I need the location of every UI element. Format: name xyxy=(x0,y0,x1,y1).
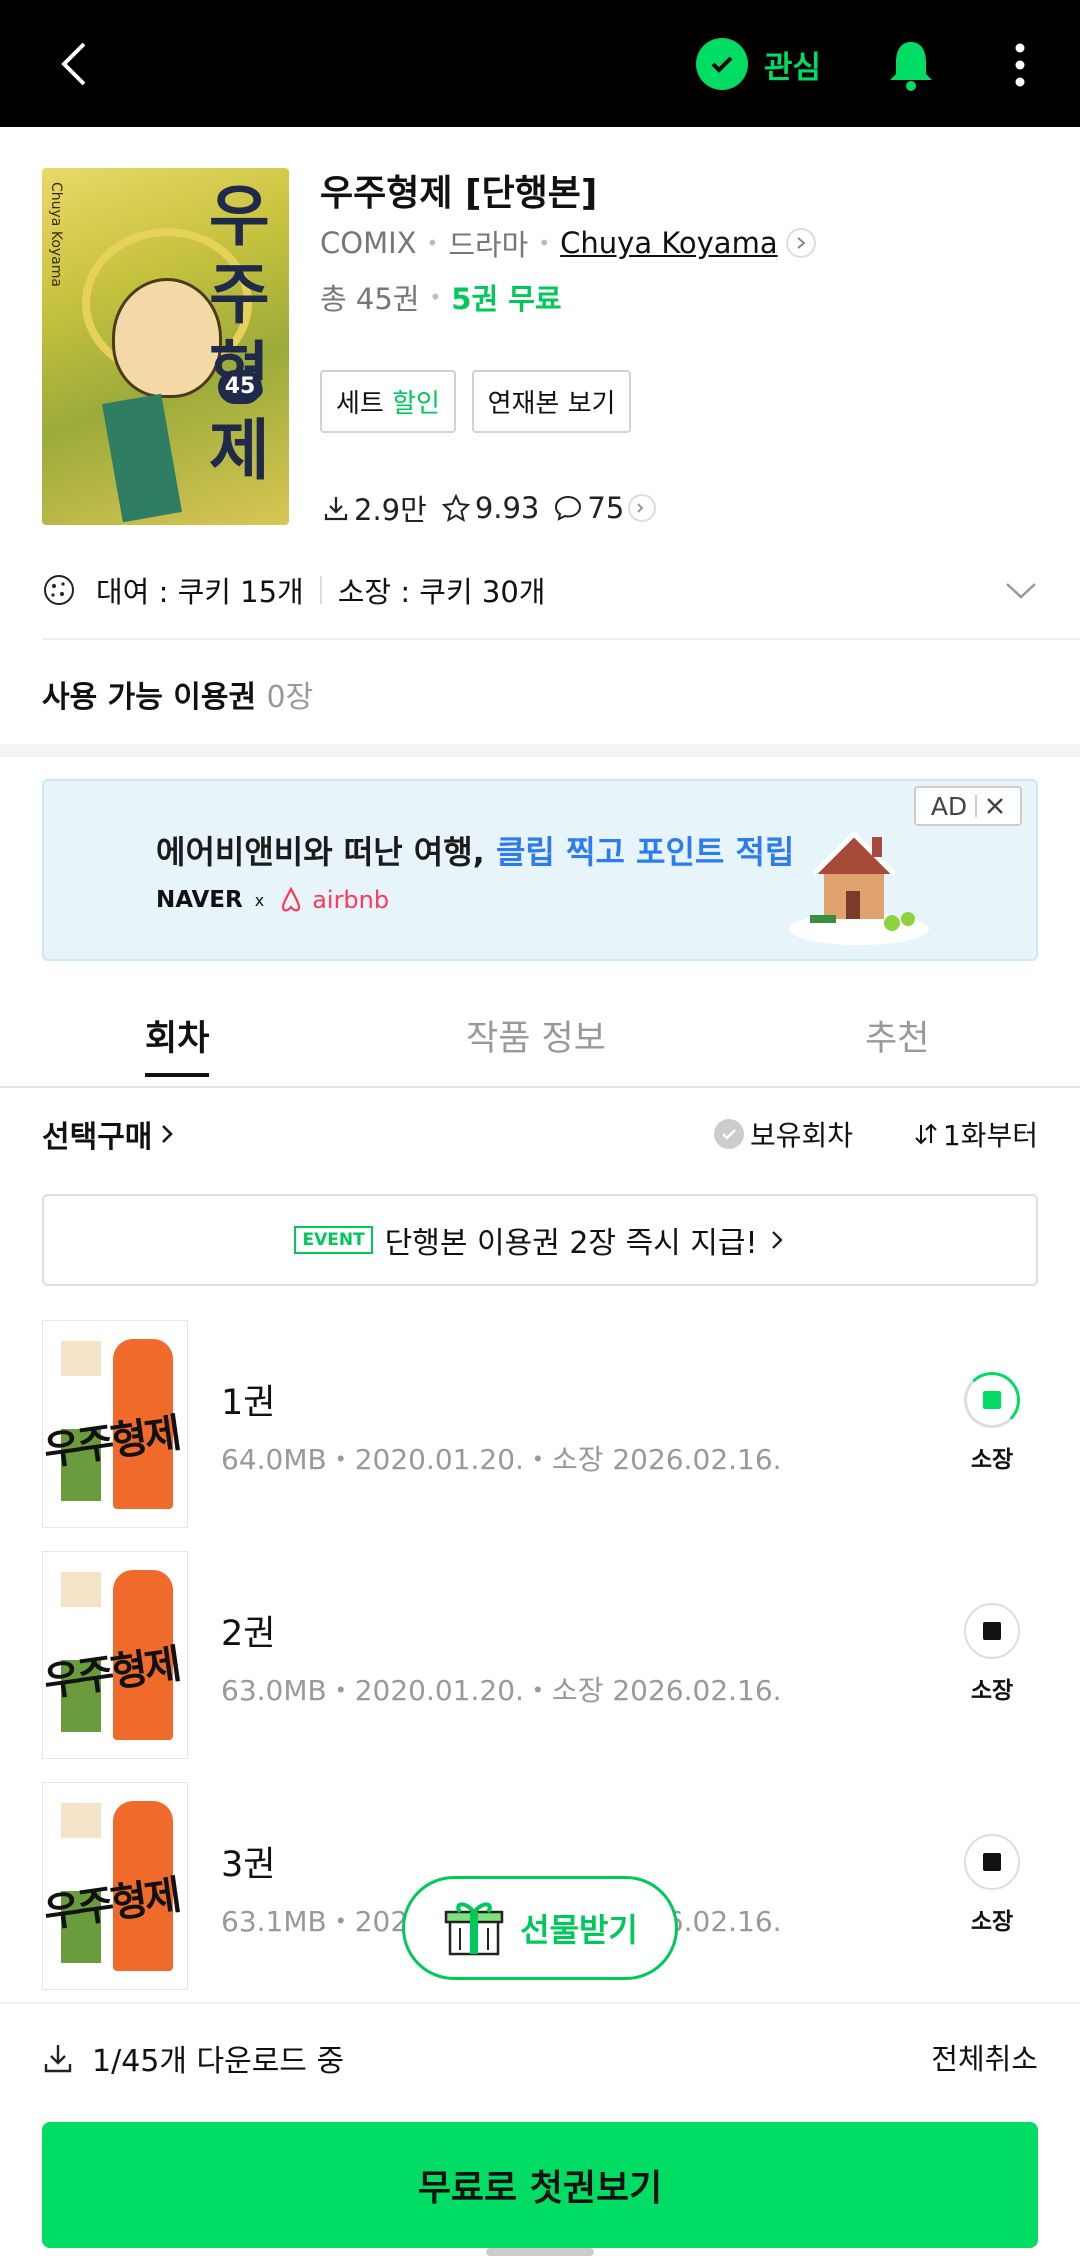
close-icon xyxy=(987,798,1004,814)
download-status[interactable]: 소장 xyxy=(964,1603,1020,1705)
episode-title: 2권 xyxy=(221,1614,276,1654)
downloads-stat: 2.9만 xyxy=(322,487,427,529)
event-banner[interactable]: EVENT 단행본 이용권 2장 즉시 지급! xyxy=(42,1194,1038,1286)
favorite-label: 관심 xyxy=(764,49,822,86)
download-progress-icon xyxy=(964,1372,1020,1428)
cover-title-text: 우주형제 xyxy=(209,178,270,489)
author-link[interactable]: Chuya Koyama xyxy=(560,226,777,260)
chevron-right-icon xyxy=(771,1231,783,1249)
stats-row: 2.9만 9.93 75 xyxy=(322,487,670,529)
ad-banner[interactable]: 에어비앤비와 떠난 여행, 클립 찍고 포인트 적립 NAVER x airbn… xyxy=(42,779,1038,961)
episode-thumbnail: 우주형제 xyxy=(42,1782,188,1990)
tab-episodes[interactable]: 회차 xyxy=(145,1010,210,1077)
sort-icon xyxy=(915,1123,937,1145)
chevron-right-icon xyxy=(162,1125,174,1143)
download-icon xyxy=(44,2045,72,2073)
stop-icon xyxy=(964,1603,1020,1659)
gift-button[interactable]: 선물받기 xyxy=(402,1876,678,1980)
free-volumes: 5권 무료 xyxy=(451,282,562,316)
divider xyxy=(42,638,1080,640)
ad-brand: NAVER x airbnb xyxy=(156,886,390,914)
section-gap xyxy=(0,744,1080,757)
work-title: 우주형제 [단행본] xyxy=(320,173,598,214)
own-label: 소장 xyxy=(970,1447,1014,1473)
episode-info: 63.0MB・2020.01.20.・소장 2026.02.16. xyxy=(221,1674,782,1707)
read-first-free-button[interactable]: 무료로 첫권보기 xyxy=(42,2122,1038,2248)
cancel-all-button[interactable]: 전체취소 xyxy=(931,2036,1038,2078)
tab-recommend[interactable]: 추천 xyxy=(865,1010,929,1061)
comments-stat[interactable]: 75 xyxy=(553,491,657,525)
cookie-icon xyxy=(44,575,74,605)
total-volumes: 총 45권 xyxy=(320,282,420,316)
house-illustration xyxy=(784,819,934,949)
download-icon xyxy=(324,497,348,521)
check-icon xyxy=(696,38,748,90)
episode-title: 3권 xyxy=(221,1845,276,1885)
episode-info: 64.0MB・2020.01.20.・소장 2026.02.16. xyxy=(221,1443,782,1476)
comment-icon xyxy=(555,495,582,521)
serial-view-button[interactable]: 연재본 보기 xyxy=(472,370,631,433)
check-icon xyxy=(714,1119,744,1149)
ad-headline: 에어비앤비와 떠난 여행, 클립 찍고 포인트 적립 xyxy=(156,833,795,871)
owned-filter-toggle[interactable]: 보유회차 xyxy=(714,1114,853,1154)
list-item[interactable]: 우주형제 2권 63.0MB・2020.01.20.・소장 2026.02.16… xyxy=(42,1551,1038,1759)
episode-title: 1권 xyxy=(221,1383,276,1423)
set-discount-button[interactable]: 세트 할인 xyxy=(320,370,456,433)
rating-stat: 9.93 xyxy=(441,491,539,525)
favorite-button[interactable]: 관심 xyxy=(696,36,821,92)
sort-button[interactable]: 1화부터 xyxy=(913,1114,1038,1154)
download-status[interactable]: 소장 xyxy=(964,1372,1020,1474)
home-indicator xyxy=(486,2248,594,2256)
download-status[interactable]: 소장 xyxy=(964,1834,1020,1936)
list-controls: 선택구매 보유회차 1화부터 xyxy=(42,1112,1038,1162)
own-price: 소장 : 쿠키 30개 xyxy=(337,575,546,609)
episode-thumbnail: 우주형제 xyxy=(42,1320,188,1528)
genre: 드라마 xyxy=(448,228,529,262)
ad-close-badge[interactable]: AD xyxy=(914,786,1022,826)
rent-price: 대여 : 쿠키 15개 xyxy=(96,575,304,609)
event-tag: EVENT xyxy=(294,1226,373,1254)
cover-author-text: Chuya Koyama xyxy=(48,182,64,287)
chevron-right-icon[interactable] xyxy=(785,228,816,258)
download-status-text: 1/45개 다운로드 중 xyxy=(42,2036,344,2080)
airbnb-logo-icon xyxy=(282,886,301,912)
content-tabs: 회차 작품 정보 추천 xyxy=(0,1000,1080,1088)
cookie-price-row[interactable]: 대여 : 쿠키 15개 소장 : 쿠키 30개 xyxy=(42,565,1042,615)
category: COMIX xyxy=(320,226,417,260)
bell-icon[interactable] xyxy=(886,36,936,92)
stop-icon xyxy=(964,1834,1020,1890)
available-tickets: 사용 가능 이용권 0장 xyxy=(42,680,314,715)
tab-work-info[interactable]: 작품 정보 xyxy=(466,1010,606,1061)
chevron-down-icon[interactable] xyxy=(1004,575,1038,609)
list-item[interactable]: 우주형제 1권 64.0MB・2020.01.20.・소장 2026.02.16… xyxy=(42,1320,1038,1528)
own-label: 소장 xyxy=(970,1909,1014,1935)
volume-info: 총 45권 • 5권 무료 xyxy=(320,276,562,318)
top-bar: 관심 xyxy=(0,0,1080,127)
select-buy-button[interactable]: 선택구매 xyxy=(42,1112,176,1156)
episode-thumbnail: 우주형제 xyxy=(42,1551,188,1759)
more-menu-icon[interactable] xyxy=(1000,40,1040,90)
bottom-panel: 1/45개 다운로드 중 전체취소 무료로 첫권보기 xyxy=(0,2002,1080,2267)
cover-volume-number: 45 xyxy=(218,370,262,404)
chevron-right-icon xyxy=(628,494,657,522)
own-label: 소장 xyxy=(970,1678,1014,1704)
event-text: 단행본 이용권 2장 즉시 지급! xyxy=(384,1226,758,1261)
cover-image: Chuya Koyama 우주형제 45 xyxy=(42,168,289,525)
gift-icon xyxy=(444,1902,504,1956)
work-meta: COMIX • 드라마 • Chuya Koyama xyxy=(320,222,816,264)
back-icon[interactable] xyxy=(52,36,102,92)
star-icon xyxy=(441,493,471,523)
